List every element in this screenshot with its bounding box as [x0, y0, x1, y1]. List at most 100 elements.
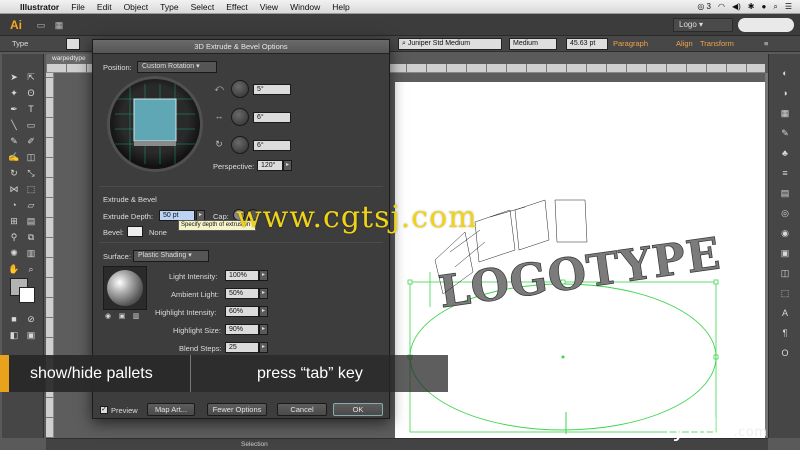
hand-tool-icon[interactable]: ✋ [7, 262, 21, 276]
symbols-icon[interactable]: ♣ [778, 146, 792, 160]
arrange-icon[interactable]: ▦ [52, 19, 66, 31]
z-axis-dial[interactable] [231, 136, 249, 154]
move-light-back-icon[interactable]: ◉ [103, 312, 113, 322]
selection-tool-icon[interactable]: ➤ [7, 70, 21, 84]
transparency-icon[interactable]: ◎ [778, 206, 792, 220]
brushes-icon[interactable]: ✎ [778, 126, 792, 140]
map-art-button[interactable]: Map Art... [147, 403, 195, 416]
screen-mode-icon[interactable]: ▣ [24, 328, 38, 342]
character-icon[interactable]: A [778, 306, 792, 320]
workspace-switcher[interactable]: Logo ▾ [673, 18, 733, 32]
help-search-input[interactable] [738, 18, 794, 32]
color-mode-icon[interactable]: ■ [7, 312, 21, 326]
align-link[interactable]: Align [676, 39, 693, 48]
line-tool-icon[interactable]: ╲ [7, 118, 21, 132]
z-rotation-field[interactable]: 6° [253, 140, 291, 151]
zoom-tool-icon[interactable]: ⌕ [24, 262, 38, 276]
spotlight-icon[interactable]: ⌕ [773, 2, 777, 12]
bluetooth-icon[interactable]: ✱ [748, 2, 755, 11]
magic-wand-icon[interactable]: ✦ [7, 86, 21, 100]
width-tool-icon[interactable]: ⋈ [7, 182, 21, 196]
perspective-grid-icon[interactable]: ▱ [24, 198, 38, 212]
perspective-slider-arrow[interactable]: ▸ [283, 160, 292, 171]
free-transform-icon[interactable]: ⬚ [24, 182, 38, 196]
appearance-icon[interactable]: ◉ [778, 226, 792, 240]
graphic-styles-icon[interactable]: ▣ [778, 246, 792, 260]
symbol-sprayer-icon[interactable]: ✺ [7, 246, 21, 260]
menu-type[interactable]: Type [154, 2, 184, 12]
lasso-icon[interactable]: ʘ [24, 86, 38, 100]
ambient-light-field[interactable]: 50% [225, 288, 259, 299]
stroke-panel-icon[interactable]: ≡ [778, 166, 792, 180]
fewer-options-button[interactable]: Fewer Options [207, 403, 267, 416]
y-rotation-field[interactable]: 6° [253, 112, 291, 123]
menu-view[interactable]: View [254, 2, 284, 12]
blend-tool-icon[interactable]: ⧉ [24, 230, 38, 244]
menu-help[interactable]: Help [326, 2, 355, 12]
status-mode[interactable]: Selection [241, 441, 268, 448]
wifi-icon[interactable]: ◠ [718, 2, 725, 11]
layers-icon[interactable]: ◫ [778, 266, 792, 280]
paragraph-icon[interactable]: ¶ [778, 326, 792, 340]
light-intensity-arrow[interactable]: ▸ [259, 270, 268, 281]
pencil-tool-icon[interactable]: ✐ [24, 134, 38, 148]
dialog-title[interactable]: 3D Extrude & Bevel Options [93, 40, 389, 54]
surface-select[interactable]: Plastic Shading ▾ [133, 250, 209, 262]
draw-mode-icon[interactable]: ◧ [7, 328, 21, 342]
list-icon[interactable]: ☰ [785, 2, 792, 11]
gradient-tool-icon[interactable]: ▤ [24, 214, 38, 228]
font-style-field[interactable]: Medium [509, 38, 557, 50]
document-tab[interactable]: warpedtype [46, 54, 98, 64]
menu-window[interactable]: Window [284, 2, 326, 12]
paragraph-link[interactable]: Paragraph [613, 39, 648, 48]
opentype-icon[interactable]: O [778, 346, 792, 360]
shape-builder-icon[interactable]: ◔ [7, 198, 21, 212]
menu-file[interactable]: File [65, 2, 91, 12]
blend-steps-arrow[interactable]: ▸ [259, 342, 268, 353]
x-axis-dial[interactable] [231, 80, 249, 98]
none-mode-icon[interactable]: ⊘ [24, 312, 38, 326]
ambient-light-arrow[interactable]: ▸ [259, 288, 268, 299]
eyedropper-icon[interactable]: ⚲ [7, 230, 21, 244]
direct-selection-tool-icon[interactable]: ⇱ [24, 70, 38, 84]
light-intensity-field[interactable]: 100% [225, 270, 259, 281]
panel-menu-icon[interactable]: ≡ [764, 39, 768, 48]
font-family-field[interactable]: ⌕ Juniper Std Medium [398, 38, 502, 50]
delete-light-icon[interactable]: ▥ [131, 312, 141, 322]
rotate-tool-icon[interactable]: ↻ [7, 166, 21, 180]
menu-object[interactable]: Object [118, 2, 155, 12]
bridge-icon[interactable]: ▭ [34, 19, 48, 31]
menu-app-name[interactable]: Illustrator [14, 2, 65, 12]
highlight-intensity-arrow[interactable]: ▸ [259, 306, 268, 317]
new-light-icon[interactable]: ▣ [117, 312, 127, 322]
swatches-icon[interactable]: ▦ [778, 106, 792, 120]
color-panel-icon[interactable]: ◐ [778, 66, 792, 80]
x-rotation-field[interactable]: 5° [253, 84, 291, 95]
lighting-sphere-box[interactable] [103, 266, 147, 310]
highlight-size-arrow[interactable]: ▸ [259, 324, 268, 335]
type-tool-icon[interactable]: T [24, 102, 38, 116]
rotation-track-cube[interactable] [107, 76, 203, 172]
highlight-intensity-field[interactable]: 60% [225, 306, 259, 317]
blend-steps-field[interactable]: 25 [225, 342, 259, 353]
rectangle-tool-icon[interactable]: ▭ [24, 118, 38, 132]
stroke-color-swatch[interactable] [19, 287, 35, 303]
graph-tool-icon[interactable]: ▥ [24, 246, 38, 260]
lighting-sphere[interactable] [107, 270, 143, 306]
blob-brush-icon[interactable]: ✍ [7, 150, 21, 164]
transform-link[interactable]: Transform [700, 39, 734, 48]
bevel-value[interactable]: None [149, 228, 167, 237]
menu-select[interactable]: Select [185, 2, 221, 12]
user-icon[interactable]: ● [762, 2, 767, 11]
fill-swatch[interactable] [66, 38, 80, 50]
artboards-icon[interactable]: ⬚ [778, 286, 792, 300]
preview-checkbox[interactable]: ✓ [100, 406, 108, 414]
eraser-tool-icon[interactable]: ◫ [24, 150, 38, 164]
y-axis-dial[interactable] [231, 108, 249, 126]
gradient-panel-icon[interactable]: ▤ [778, 186, 792, 200]
font-size-field[interactable]: 45.63 pt [566, 38, 608, 50]
cc-badge[interactable]: ◎ 3 [697, 2, 711, 11]
menu-edit[interactable]: Edit [91, 2, 118, 12]
volume-icon[interactable]: ◀) [732, 2, 741, 11]
position-select[interactable]: Custom Rotation ▾ [137, 61, 217, 73]
